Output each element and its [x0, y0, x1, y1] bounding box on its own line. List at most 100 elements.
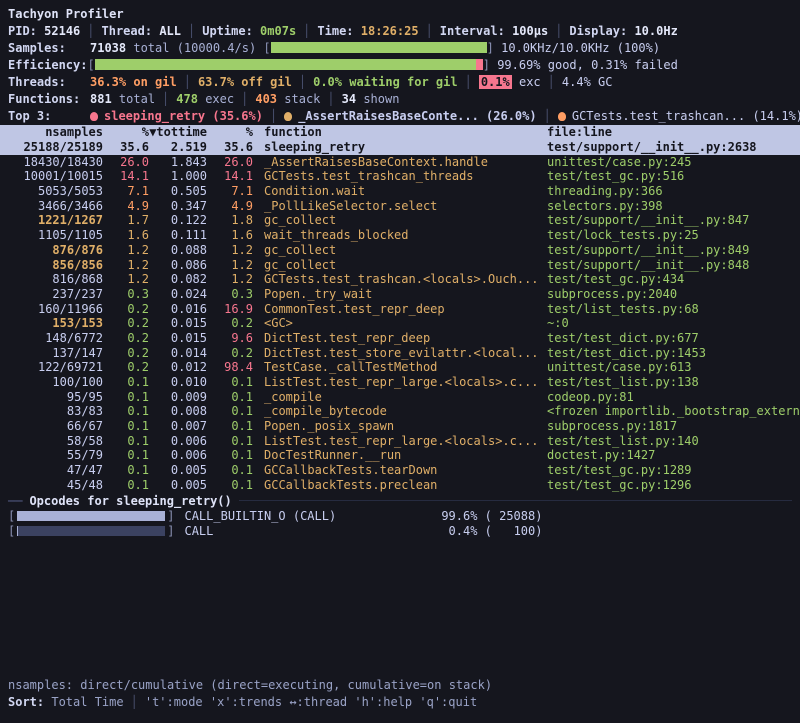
- table-row[interactable]: 137/1470.20.0140.2DictTest.test_store_ev…: [0, 346, 800, 361]
- table-row[interactable]: 876/8761.20.0881.2gc_collecttest/support…: [0, 243, 800, 258]
- cell-tottime: 0.122: [149, 213, 207, 228]
- key-hints: 't':mode 'x':trends ↔:thread 'h':help 'q…: [145, 695, 477, 709]
- thread-label: Thread:: [102, 24, 153, 38]
- cell-pct-direct: 14.1: [103, 169, 149, 184]
- table-row[interactable]: 55/790.10.0060.1DocTestRunner.__rundocte…: [0, 448, 800, 463]
- efficiency-summary: 99.69% good, 0.31% failed: [497, 58, 678, 72]
- cell-nsamples: 876/876: [0, 243, 103, 258]
- cell-nsamples: 148/6772: [0, 331, 103, 346]
- table-row[interactable]: 45/480.10.0050.1GCCallbackTests.preclean…: [0, 478, 800, 493]
- column-header-tottime-sorted[interactable]: ▼tottime: [149, 125, 207, 140]
- separator: │: [299, 75, 306, 89]
- cell-function: CommonTest.test_repr_deep: [253, 302, 543, 317]
- table-row[interactable]: 58/580.10.0060.1ListTest.test_repr_large…: [0, 434, 800, 449]
- table-row[interactable]: 66/670.10.0070.1Popen._posix_spawnsubpro…: [0, 419, 800, 434]
- cell-pct-cumulative: 0.1: [207, 448, 253, 463]
- opcode-bar-fill: [17, 511, 164, 521]
- table-row[interactable]: 1105/11051.60.1111.6wait_threads_blocked…: [0, 228, 800, 243]
- table-row[interactable]: 5053/50537.10.5057.1Condition.waitthread…: [0, 184, 800, 199]
- table-row[interactable]: 153/1530.20.0150.2<GC>~:0: [0, 316, 800, 331]
- cell-file-line: <frozen importlib._bootstrap_externa: [543, 404, 800, 419]
- cell-pct-cumulative: 16.9: [207, 302, 253, 317]
- opcode-stat: 0.4% ( 100): [422, 524, 542, 538]
- table-row[interactable]: 237/2370.30.0240.3Popen._try_waitsubproc…: [0, 287, 800, 302]
- cell-pct-direct: 35.6: [103, 140, 149, 155]
- thread-value[interactable]: ALL: [159, 24, 181, 38]
- samples-label: Samples:: [8, 40, 90, 57]
- table-row[interactable]: 160/119660.20.01616.9CommonTest.test_rep…: [0, 302, 800, 317]
- samples-rate: 10.0KHz/10.0KHz (100%): [501, 41, 660, 55]
- table-row[interactable]: 100/1000.10.0100.1ListTest.test_repr_lar…: [0, 375, 800, 390]
- efficiency-label: Efficiency:: [8, 58, 87, 72]
- cell-pct-direct: 0.2: [103, 316, 149, 331]
- cell-tottime: 0.015: [149, 316, 207, 331]
- cell-file-line: test/support/__init__.py:2638: [543, 140, 800, 155]
- cell-nsamples: 3466/3466: [0, 199, 103, 214]
- cell-pct-direct: 0.1: [103, 478, 149, 493]
- cell-function: _compile: [253, 390, 543, 405]
- efficiency-bar-good-fill: [95, 59, 476, 70]
- cell-tottime: 0.082: [149, 272, 207, 287]
- display-label: Display:: [569, 24, 627, 38]
- separator: │: [544, 109, 551, 123]
- table-row[interactable]: 47/470.10.0050.1GCCallbackTests.tearDown…: [0, 463, 800, 478]
- efficiency-bar: [95, 59, 483, 70]
- cell-nsamples: 153/153: [0, 316, 103, 331]
- cell-pct-cumulative: 1.6: [207, 228, 253, 243]
- medal-1-icon: [90, 112, 98, 121]
- cell-pct-cumulative: 14.1: [207, 169, 253, 184]
- table-row[interactable]: 856/8561.20.0861.2gc_collecttest/support…: [0, 258, 800, 273]
- column-header-nsamples[interactable]: nsamples: [0, 125, 103, 140]
- table-row[interactable]: 816/8681.20.0821.2GCTests.test_trashcan.…: [0, 272, 800, 287]
- cell-tottime: 0.009: [149, 390, 207, 405]
- cell-function: gc_collect: [253, 258, 543, 273]
- table-row[interactable]: 148/67720.20.0159.6DictTest.test_repr_de…: [0, 331, 800, 346]
- table-row[interactable]: 3466/34664.90.3474.9_PollLikeSelector.se…: [0, 199, 800, 214]
- cell-nsamples: 18430/18430: [0, 155, 103, 170]
- uptime-value: 0m07s: [260, 24, 296, 38]
- opcodes-list: []CALL_BUILTIN_O (CALL)99.6% ( 25088)[]C…: [0, 509, 800, 539]
- table-row[interactable]: 10001/1001514.11.00014.1GCTests.test_tra…: [0, 169, 800, 184]
- cell-function: wait_threads_blocked: [253, 228, 543, 243]
- cell-pct-cumulative: 0.1: [207, 404, 253, 419]
- cell-pct-cumulative: 7.1: [207, 184, 253, 199]
- cell-pct-cumulative: 0.2: [207, 346, 253, 361]
- cell-pct-cumulative: 0.1: [207, 375, 253, 390]
- efficiency-bar-close-bracket: ]: [483, 58, 490, 72]
- opcode-stat: 99.6% ( 25088): [422, 509, 542, 523]
- top3-label: Top 3:: [8, 108, 90, 125]
- cell-nsamples: 100/100: [0, 375, 103, 390]
- cell-function: GCTests.test_trashcan_threads: [253, 169, 543, 184]
- cell-pct-cumulative: 35.6: [207, 140, 253, 155]
- functions-total: 881: [90, 92, 112, 106]
- cell-nsamples: 25188/25189: [0, 140, 103, 155]
- cell-nsamples: 95/95: [0, 390, 103, 405]
- samples-line: Samples:71038 total (10000.4/s) [] 10.0K…: [0, 40, 800, 57]
- functions-shown: 34: [342, 92, 356, 106]
- table-row[interactable]: 83/830.10.0080.1_compile_bytecode<frozen…: [0, 404, 800, 419]
- tachyon-profiler-app: Tachyon Profiler PID: 52146│Thread: ALL│…: [0, 0, 800, 723]
- empty-area: [0, 539, 800, 678]
- column-header-function[interactable]: function: [253, 125, 543, 140]
- table-row[interactable]: 25188/2518935.62.51935.6sleeping_retryte…: [0, 140, 800, 155]
- cell-file-line: test/test_list.py:138: [543, 375, 800, 390]
- cell-nsamples: 58/58: [0, 434, 103, 449]
- table-row[interactable]: 122/697210.20.01298.4TestCase._callTestM…: [0, 360, 800, 375]
- legend-line: nsamples: direct/cumulative (direct=exec…: [0, 677, 800, 694]
- threads-on-gil: 36.3% on gil: [90, 75, 177, 89]
- cell-tottime: 0.016: [149, 302, 207, 317]
- cell-file-line: test/test_dict.py:1453: [543, 346, 800, 361]
- table-row[interactable]: 18430/1843026.01.84326.0_AssertRaisesBas…: [0, 155, 800, 170]
- rule-line: [239, 500, 792, 501]
- column-header-pct-cumulative[interactable]: %: [207, 125, 253, 140]
- table-row[interactable]: 95/950.10.0090.1_compilecodeop.py:81: [0, 390, 800, 405]
- interval-label: Interval:: [440, 24, 505, 38]
- column-header-pct-direct[interactable]: %: [103, 125, 149, 140]
- cell-pct-direct: 0.1: [103, 419, 149, 434]
- opcode-row: []CALL0.4% ( 100): [0, 524, 800, 539]
- threads-line: Threads:36.3% on gil│63.7% off gil│0.0% …: [0, 74, 800, 91]
- samples-total: 71038: [90, 41, 126, 55]
- table-row[interactable]: 1221/12671.70.1221.8gc_collecttest/suppo…: [0, 213, 800, 228]
- column-header-file-line[interactable]: file:line: [543, 125, 800, 140]
- cell-nsamples: 1221/1267: [0, 213, 103, 228]
